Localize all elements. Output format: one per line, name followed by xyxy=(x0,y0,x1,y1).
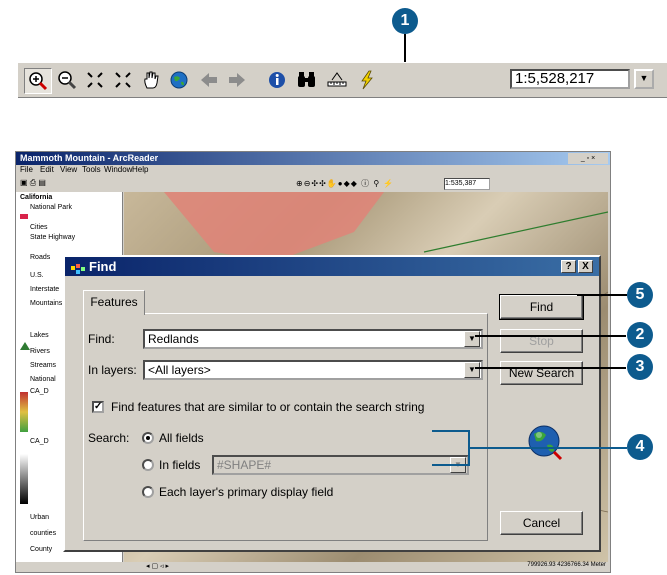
find-dropdown-button[interactable]: ▼ xyxy=(464,331,480,347)
toc-layer[interactable]: County xyxy=(30,546,52,553)
menu-tools[interactable]: Tools xyxy=(82,165,101,176)
in-fields-label: In fields xyxy=(159,458,201,472)
dialog-title: Find xyxy=(89,259,117,274)
menu-edit[interactable]: Edit xyxy=(40,165,54,176)
window-controls[interactable]: _ ▫ × xyxy=(568,153,608,164)
toc-layer[interactable]: Urban xyxy=(30,514,49,521)
legend-swatch xyxy=(20,342,30,350)
similar-checkbox[interactable]: ✓ xyxy=(92,401,104,413)
find-button[interactable]: Find xyxy=(499,294,584,320)
callout-1: 1 xyxy=(392,8,418,34)
pan-icon[interactable] xyxy=(138,68,164,92)
in-fields-radio[interactable] xyxy=(142,459,154,471)
menu-help[interactable]: Help xyxy=(132,165,148,176)
app-standard-toolbar[interactable]: ▣ ⎙ ▤ xyxy=(20,178,80,189)
legend-ramp xyxy=(20,392,28,432)
callout-2-leader xyxy=(475,335,626,337)
status-bar: 799926.93 4236766.34 Meter xyxy=(527,562,606,568)
toc-layer[interactable]: Mountains xyxy=(30,300,62,307)
callout-3-leader xyxy=(475,367,626,369)
toc-layer[interactable]: U.S. xyxy=(30,272,44,279)
identify-icon[interactable] xyxy=(264,68,290,92)
forward-icon[interactable] xyxy=(224,68,250,92)
close-button[interactable]: X xyxy=(578,260,593,273)
search-label: Search: xyxy=(88,431,130,445)
zoom-out-icon[interactable] xyxy=(54,68,80,92)
back-icon[interactable] xyxy=(196,68,222,92)
tab-features[interactable]: Features xyxy=(83,290,145,315)
all-fields-label: All fields xyxy=(159,431,204,445)
all-fields-radio[interactable] xyxy=(142,432,154,444)
similar-label: Find features that are similar to or con… xyxy=(111,400,425,414)
dialog-title-bar: Find ? X xyxy=(65,257,599,276)
toc-layer[interactable]: State Highway xyxy=(30,234,75,241)
toc-layer[interactable]: CA_D xyxy=(30,438,49,445)
toc-layer[interactable]: National xyxy=(30,376,56,383)
toc-layer[interactable]: Roads xyxy=(30,254,50,261)
new-search-button[interactable]: New Search xyxy=(500,361,583,385)
app-map-toolbar[interactable]: ⊕⊖✣✣✋●◆◆ ⓘ ⚲ ⚡ xyxy=(296,178,436,189)
toc-root[interactable]: California xyxy=(20,194,52,201)
zoom-in-icon[interactable] xyxy=(24,68,52,94)
callout-2: 2 xyxy=(627,322,653,348)
in-fields-select[interactable]: #SHAPE# xyxy=(212,455,469,475)
fixed-zoom-out-icon[interactable] xyxy=(110,68,136,92)
map-scale-input[interactable]: 1:5,528,217 xyxy=(510,69,630,89)
callout-3: 3 xyxy=(627,354,653,380)
primary-field-radio[interactable] xyxy=(142,486,154,498)
toc-layer[interactable]: Lakes xyxy=(30,332,49,339)
full-extent-icon[interactable] xyxy=(166,68,192,92)
toc-layer[interactable]: CA_D xyxy=(30,388,49,395)
hyperlink-icon[interactable] xyxy=(354,68,380,92)
menu-view[interactable]: View xyxy=(60,165,77,176)
callout-1-leader xyxy=(404,34,406,62)
toc-layer[interactable]: Streams xyxy=(30,362,56,369)
app-scale-input[interactable]: 1:535,387 xyxy=(444,178,490,190)
dialog-app-icon xyxy=(71,261,85,274)
globe-icon xyxy=(525,423,565,463)
help-button[interactable]: ? xyxy=(561,260,576,273)
legend-ramp xyxy=(20,454,28,504)
page-tabs[interactable]: ◂ ▢ ◃ ▸ xyxy=(146,562,196,570)
toc-layer[interactable]: Cities xyxy=(30,224,48,231)
map-toolbar: 1:5,528,217 ▼ xyxy=(18,62,667,98)
find-dialog: Find ? X Features Find: Redlands ▼ In la… xyxy=(63,255,601,552)
stop-button[interactable]: Stop xyxy=(500,329,583,353)
in-layers-label: In layers: xyxy=(88,363,137,377)
in-layers-select[interactable]: <All layers> xyxy=(143,360,483,380)
menu-window[interactable]: Window xyxy=(104,165,132,176)
menu-file[interactable]: File xyxy=(20,165,33,176)
in-layers-dropdown-button[interactable]: ▼ xyxy=(464,362,480,378)
scale-dropdown-button[interactable]: ▼ xyxy=(634,69,654,89)
toc-layer[interactable]: Rivers xyxy=(30,348,50,355)
toc-layer[interactable]: National Park xyxy=(30,204,72,211)
toc-layer[interactable]: counties xyxy=(30,530,56,537)
measure-icon[interactable] xyxy=(324,68,350,92)
callout-5-leader xyxy=(577,294,627,296)
cancel-button[interactable]: Cancel xyxy=(500,511,583,535)
legend-swatch xyxy=(20,214,28,219)
find-icon[interactable] xyxy=(294,68,320,92)
primary-field-label: Each layer's primary display field xyxy=(159,485,334,499)
toc-layer[interactable]: Interstate xyxy=(30,286,59,293)
find-label: Find: xyxy=(88,332,115,346)
callout-4: 4 xyxy=(627,434,653,460)
callout-5: 5 xyxy=(627,282,653,308)
find-input[interactable]: Redlands xyxy=(143,329,483,349)
callout-4-bracket xyxy=(432,430,470,466)
callout-4-leader xyxy=(470,447,627,449)
fixed-zoom-in-icon[interactable] xyxy=(82,68,108,92)
app-title: Mammoth Mountain - ArcReader xyxy=(16,152,610,165)
